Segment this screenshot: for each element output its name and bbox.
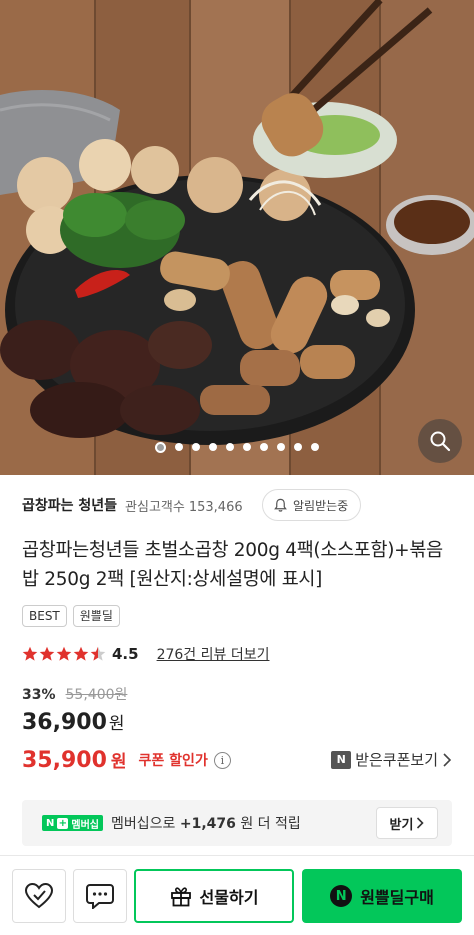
carousel-dot[interactable] [260, 443, 268, 451]
carousel-dot[interactable] [277, 443, 285, 451]
star-icon [22, 646, 38, 661]
carousel-indicator[interactable] [0, 441, 474, 453]
product-photo [0, 0, 474, 475]
product-image[interactable] [0, 0, 474, 475]
coupon-price-value: 35,900 [22, 748, 107, 773]
interest-count: 153,466 [188, 499, 243, 515]
coupon-price-row: 35,900 원 쿠폰 할인가 i N 받은쿠폰보기 [22, 743, 462, 777]
interest-label: 관심고객수 [125, 499, 185, 515]
naver-n-icon: N [331, 750, 352, 769]
store-info: 곱창파는 청년들 관심고객수 153,466 알림받는중 [22, 488, 462, 522]
gift-button[interactable]: 선물하기 [134, 869, 294, 923]
chevron-right-icon [443, 752, 452, 767]
discount-row: 33% 55,400원 [22, 684, 127, 704]
star-icon [56, 646, 72, 661]
original-price: 55,400원 [65, 687, 128, 703]
zoom-button[interactable] [418, 419, 462, 463]
gift-label: 선물하기 [199, 888, 259, 907]
chat-icon [86, 884, 114, 909]
notification-toggle-button[interactable]: 알림받는중 [262, 489, 362, 521]
chat-button[interactable] [73, 869, 127, 923]
star-icon [39, 646, 55, 661]
received-coupons-link[interactable]: N 받은쿠폰보기 [331, 749, 452, 770]
membership-text-suffix: 원 더 적립 [240, 816, 301, 832]
carousel-dot[interactable] [175, 443, 183, 451]
carousel-dot[interactable] [226, 443, 234, 451]
membership-text-prefix: 멤버십으로 [110, 816, 176, 832]
membership-points-text: 멤버십으로 +1,476 원 더 적립 [111, 813, 301, 833]
membership-points: +1,476 [179, 816, 236, 832]
membership-points-box: N + 멤버십 멤버십으로 +1,476 원 더 적립 받기 [22, 800, 452, 846]
naver-n-icon: N [46, 817, 55, 829]
product-badges: BEST 원쁠딜 [22, 605, 120, 627]
chevron-right-icon [417, 817, 425, 829]
store-name[interactable]: 곱창파는 청년들 [22, 495, 117, 515]
star-rating [22, 646, 106, 662]
membership-logo-label: 멤버십 [71, 819, 99, 831]
coupon-price: 35,900 원 [22, 747, 127, 773]
gift-icon [170, 887, 191, 907]
interest-customers: 관심고객수 153,466 [125, 496, 243, 515]
naver-plus-membership-logo: N + 멤버십 [42, 815, 103, 831]
buy-label: 원쁠딜구매 [360, 888, 434, 907]
notification-label: 알림받는중 [293, 498, 349, 513]
sale-price: 36,900 원 [22, 709, 125, 735]
carousel-dot[interactable] [192, 443, 200, 451]
bottom-action-bar: 선물하기 N 원쁠딜구매 [0, 855, 474, 935]
carousel-dot[interactable] [243, 443, 251, 451]
carousel-dot[interactable] [294, 443, 302, 451]
rating-score: 4.5 [112, 645, 139, 663]
carousel-dot[interactable] [311, 443, 319, 451]
product-title: 곱창파는청년들 초벌소곱창 200g 4팩(소스포함)+볶음밥 250g 2팩 … [22, 540, 443, 590]
coupon-label: 쿠폰 할인가 [138, 753, 208, 769]
star-icon [90, 646, 106, 661]
search-icon [430, 431, 451, 452]
coupon-price-unit: 원 [110, 752, 127, 772]
carousel-dot[interactable] [209, 443, 217, 451]
heart-icon [24, 882, 54, 909]
badge-one-plus-deal: 원쁠딜 [72, 605, 120, 627]
discount-percent: 33% [22, 687, 56, 703]
wishlist-button[interactable] [12, 869, 66, 923]
received-coupons-label: 받은쿠폰보기 [355, 751, 438, 769]
badge-best: BEST [22, 605, 67, 627]
receive-label: 받기 [389, 817, 414, 833]
one-plus-deal-buy-button[interactable]: N 원쁠딜구매 [302, 869, 462, 923]
rating-row: 4.5 276건 리뷰 더보기 [22, 642, 269, 666]
sale-price-value: 36,900 [22, 710, 107, 735]
receive-points-button[interactable]: 받기 [376, 807, 438, 839]
star-icon [73, 646, 89, 661]
sale-price-unit: 원 [108, 714, 125, 734]
info-icon[interactable]: i [213, 751, 231, 769]
plus-icon: + [57, 817, 69, 829]
bell-icon [274, 498, 287, 512]
review-link[interactable]: 276건 리뷰 더보기 [157, 644, 270, 664]
naver-n-icon: N [330, 885, 353, 907]
carousel-dot[interactable] [155, 441, 166, 453]
